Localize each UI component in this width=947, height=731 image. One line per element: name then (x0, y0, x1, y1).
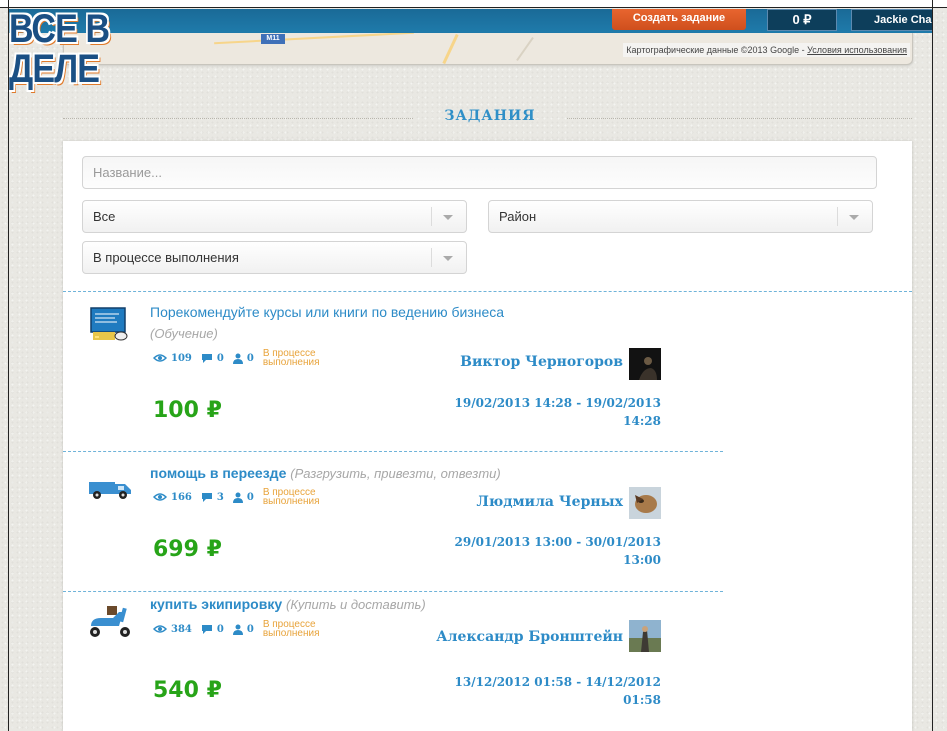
chevron-down-icon (443, 256, 453, 261)
map-road (442, 33, 459, 64)
author-avatar[interactable] (629, 487, 661, 519)
comments-stat: 0 (201, 624, 224, 635)
task-name-search-input[interactable] (82, 156, 877, 189)
page-title: ЗАДАНИЯ (444, 108, 536, 124)
task-title-link[interactable]: Порекомендуйте курсы или книги по ведени… (150, 304, 504, 320)
map-attribution: Картографические данные ©2013 Google - У… (623, 43, 910, 57)
task-author-link[interactable]: Виктор Черногоров (383, 354, 623, 370)
author-avatar[interactable] (629, 348, 661, 380)
task-dates-range: 29/01/2013 13:00 - 30/01/2013 (454, 535, 661, 549)
user-icon (232, 353, 243, 364)
task-title-link[interactable]: купить экипировку (Купить и доставить) (150, 596, 426, 612)
task-dates: 19/02/2013 14:28 - 19/02/2013 14:28 (361, 394, 661, 430)
task-price: 699 ₽ (153, 537, 222, 562)
comments-count: 0 (216, 623, 224, 635)
responses-count: 0 (246, 491, 254, 503)
frame-top-border (0, 0, 947, 8)
blackboard-icon (90, 307, 128, 341)
title-divider-left (63, 118, 413, 119)
comment-icon (201, 625, 212, 634)
task-dates-end-time: 01:58 (623, 693, 661, 707)
task-row[interactable]: помощь в переезде (Разгрузить, привезти,… (63, 452, 743, 602)
task-category: (Разгрузить, привезти, отвезти) (290, 466, 501, 481)
task-price: 100 ₽ (153, 398, 222, 423)
category-select[interactable]: Все (82, 200, 467, 233)
chevron-down-icon (849, 215, 859, 220)
task-dates: 13/12/2012 01:58 - 14/12/2012 01:58 (361, 673, 661, 709)
task-category: (Обучение) (150, 326, 218, 341)
task-status: В процессе выполнения (262, 348, 320, 368)
district-select[interactable]: Район (488, 200, 873, 233)
task-dates: 29/01/2013 13:00 - 30/01/2013 13:00 (361, 533, 661, 569)
category-select-value: Все (93, 209, 116, 224)
task-stats: 109 0 0 В процессе выполнения (153, 348, 343, 368)
comment-icon (201, 493, 212, 502)
task-status: В процессе выполнения (262, 487, 320, 507)
responses-stat: 0 (232, 491, 254, 503)
author-avatar[interactable] (629, 620, 661, 652)
status-select-value: В процессе выполнения (93, 250, 239, 265)
task-status: В процессе выполнения (262, 619, 320, 639)
title-divider-right (567, 118, 912, 119)
task-dates-range: 13/12/2012 01:58 - 14/12/2012 (454, 675, 661, 689)
district-select-value: Район (499, 209, 537, 224)
chevron-down-icon (443, 215, 453, 220)
scooter-icon (90, 606, 130, 637)
site-logo[interactable]: ВСЕ В ДЕЛЕ (9, 9, 175, 89)
eye-icon (153, 493, 167, 501)
map-strip[interactable]: M11 Картографические данные ©2013 Google… (63, 33, 913, 65)
task-author-link[interactable]: Людмила Черных (383, 494, 623, 510)
map-road (516, 36, 534, 62)
eye-icon (153, 625, 167, 633)
task-dates-end-time: 13:00 (623, 553, 661, 567)
user-icon (232, 492, 243, 503)
create-task-button[interactable]: Создать задание (612, 9, 746, 30)
task-price: 540 ₽ (153, 678, 222, 703)
road-shield-icon: M11 (261, 34, 285, 44)
responses-stat: 0 (232, 352, 254, 364)
van-icon (89, 482, 131, 499)
views-count: 384 (171, 623, 192, 635)
frame-right-border (932, 0, 933, 731)
task-row[interactable]: Порекомендуйте курсы или книги по ведени… (63, 292, 743, 442)
eye-icon (153, 354, 167, 362)
comments-stat: 3 (201, 492, 224, 503)
task-title-text: Порекомендуйте курсы или книги по ведени… (150, 304, 505, 320)
map-terms-link[interactable]: Условия использования (807, 45, 907, 55)
views-count: 166 (171, 491, 192, 503)
views-stat: 384 (153, 624, 192, 635)
task-author-link[interactable]: Александр Бронштейн (383, 629, 623, 645)
comments-count: 0 (216, 352, 224, 364)
task-row[interactable]: купить экипировку (Купить и доставить) 3… (63, 592, 743, 731)
task-title-text: купить экипировку (150, 596, 283, 612)
comments-count: 3 (216, 491, 224, 503)
task-category: (Купить и доставить) (286, 597, 426, 612)
tasks-panel: Все Район В процессе выполнения Порекоме… (63, 141, 912, 731)
task-title-link[interactable]: помощь в переезде (Разгрузить, привезти,… (150, 465, 501, 481)
views-stat: 166 (153, 492, 192, 503)
task-dates-range: 19/02/2013 14:28 - 19/02/2013 (454, 396, 661, 410)
views-count: 109 (171, 352, 192, 364)
task-stats: 384 0 0 В процессе выполнения (153, 619, 343, 639)
responses-stat: 0 (232, 623, 254, 635)
status-select[interactable]: В процессе выполнения (82, 241, 467, 274)
balance-button[interactable]: 0 ₽ (767, 9, 837, 31)
map-attribution-text: Картографические данные ©2013 Google - (626, 45, 808, 55)
views-stat: 109 (153, 353, 192, 364)
select-separator (837, 207, 838, 226)
responses-count: 0 (246, 352, 254, 364)
map-road (214, 33, 414, 45)
select-separator (431, 248, 432, 267)
select-separator (431, 207, 432, 226)
comment-icon (201, 354, 212, 363)
user-icon (232, 624, 243, 635)
task-stats: 166 3 0 В процессе выполнения (153, 487, 343, 507)
user-menu-button[interactable]: Jackie Chan (851, 9, 932, 31)
task-dates-end-time: 14:28 (623, 414, 661, 428)
comments-stat: 0 (201, 353, 224, 364)
frame-left-border (8, 0, 9, 731)
responses-count: 0 (246, 623, 254, 635)
task-title-text: помощь в переезде (150, 465, 287, 481)
